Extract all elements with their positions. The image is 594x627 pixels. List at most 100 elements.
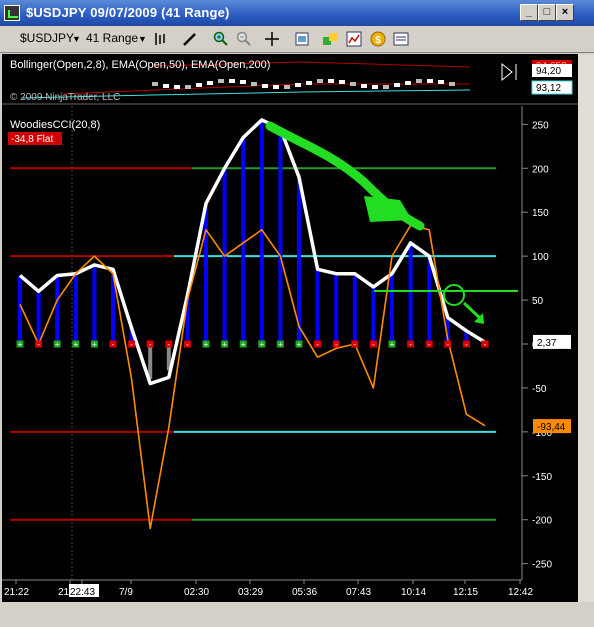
- data-box-icon[interactable]: [393, 31, 409, 47]
- price-bar: [383, 85, 389, 89]
- dropdown-arrow-icon[interactable]: ▼: [72, 34, 81, 44]
- maximize-button[interactable]: □: [538, 4, 556, 21]
- price-indicators-label: Bollinger(Open,2,8), EMA(Open,50), EMA(O…: [10, 59, 270, 71]
- zero-marker-sign: -: [316, 340, 319, 349]
- chart-icon: [4, 5, 20, 21]
- histogram-bar: [334, 273, 339, 344]
- y-tick-label: -200: [532, 516, 552, 527]
- price-bar: [372, 85, 378, 89]
- zero-marker-sign: -: [130, 340, 133, 349]
- histogram-bar: [36, 291, 41, 344]
- properties-icon[interactable]: [294, 31, 310, 47]
- zero-marker-sign: -: [335, 340, 338, 349]
- price-bar: [163, 84, 169, 88]
- annotation-circle: [443, 284, 465, 306]
- vertical-scrollbar[interactable]: [578, 54, 594, 602]
- time-label: 22:43: [70, 587, 95, 598]
- zero-marker-sign: -: [186, 340, 189, 349]
- price-bar: [284, 85, 290, 89]
- time-label: 02:30: [184, 587, 209, 598]
- coin-icon[interactable]: $: [370, 31, 386, 47]
- close-button[interactable]: ×: [556, 4, 574, 21]
- time-label: 12:15: [453, 587, 478, 598]
- copyright-label: © 2009 NinjaTrader, LLC: [10, 92, 120, 103]
- y-tick-label: -50: [532, 384, 547, 395]
- histogram-bar: [427, 256, 432, 344]
- chart-toolbar: $USDJPY ▼ 41 Range ▼ $: [0, 26, 594, 53]
- price-bar: [394, 83, 400, 87]
- price-bar: [196, 83, 202, 87]
- cci-histogram: [18, 119, 487, 380]
- time-label: 7/9: [119, 587, 133, 598]
- zero-marker-sign: +: [204, 340, 209, 349]
- zero-marker-sign: +: [92, 340, 97, 349]
- price-bar: [438, 80, 444, 84]
- annotation-arrowhead: [364, 196, 412, 222]
- price-bar: [317, 79, 323, 83]
- time-label: 21:22: [4, 587, 29, 598]
- price-bar: [185, 85, 191, 89]
- zoom-out-icon[interactable]: [236, 31, 252, 47]
- histogram-bar: [55, 275, 60, 344]
- time-label: 12:42: [508, 587, 533, 598]
- pencil-icon[interactable]: [182, 31, 198, 47]
- cci-current-label-text: 2,37: [537, 338, 557, 349]
- y-tick-label: 200: [532, 164, 549, 175]
- price-bar: [152, 82, 158, 86]
- cci-indicator-label: WoodiesCCI(20,8): [10, 119, 100, 131]
- svg-text:$: $: [375, 35, 381, 46]
- interval-selector[interactable]: 41 Range: [86, 31, 138, 45]
- histogram-bar: [204, 203, 208, 344]
- y-tick-label: 100: [532, 252, 549, 263]
- cci-series: [18, 118, 486, 530]
- price-bar: [240, 80, 246, 84]
- zero-line-markers: + - + + + - - - - - + + + + + + - - - - + - - - - -: [16, 340, 489, 349]
- chart-svg[interactable]: Bollinger(Open,2,8), EMA(Open,50), EMA(O…: [2, 54, 578, 602]
- series-line-cci: [18, 118, 486, 386]
- price-bar: [449, 82, 455, 86]
- y-tick-label: -250: [532, 560, 552, 571]
- zero-marker-sign: +: [241, 340, 246, 349]
- window-titlebar[interactable]: $USDJPY 09/07/2009 (41 Range) _ □ ×: [0, 0, 594, 26]
- dropdown-arrow-icon[interactable]: ▼: [138, 34, 147, 44]
- histogram-bar: [73, 273, 78, 344]
- horizontal-scrollbar[interactable]: [0, 602, 594, 627]
- crosshair-icon[interactable]: [264, 31, 280, 47]
- time-label: 05:36: [292, 587, 317, 598]
- chart-canvas[interactable]: Bollinger(Open,2,8), EMA(Open,50), EMA(O…: [2, 54, 578, 602]
- price-label-low-text: 93,12: [536, 83, 561, 94]
- time-label: 21: [58, 587, 70, 598]
- histogram-bar: [278, 128, 283, 344]
- histogram-bar: [148, 344, 153, 380]
- y-tick-label: 50: [532, 296, 544, 307]
- zero-marker-sign: +: [73, 340, 78, 349]
- price-bar: [416, 79, 422, 83]
- histogram-bar: [92, 264, 97, 344]
- indicator-icon[interactable]: [346, 31, 362, 47]
- zero-marker-sign: -: [112, 340, 115, 349]
- zero-marker-sign: -: [428, 340, 431, 349]
- price-bar: [427, 79, 433, 83]
- price-bar: [328, 79, 334, 83]
- instrument-selector[interactable]: $USDJPY: [20, 31, 74, 45]
- window-title: $USDJPY 09/07/2009 (41 Range): [26, 5, 230, 20]
- zero-marker-sign: -: [37, 340, 40, 349]
- zero-marker-sign: -: [484, 340, 487, 349]
- histogram-bar: [315, 269, 320, 344]
- price-bar: [339, 80, 345, 84]
- zero-marker-sign: -: [149, 340, 152, 349]
- histogram-bar: [390, 273, 394, 344]
- price-bar: [273, 85, 279, 89]
- strategy-icon[interactable]: [322, 31, 338, 47]
- price-bar: [251, 82, 257, 86]
- zero-marker-sign: +: [259, 340, 264, 349]
- minimize-button[interactable]: _: [520, 4, 538, 21]
- zero-marker-sign: +: [297, 340, 302, 349]
- price-bar: [207, 81, 213, 85]
- histogram-bar: [18, 275, 22, 344]
- bar-type-icon[interactable]: [152, 31, 168, 47]
- price-bar: [361, 84, 367, 88]
- zoom-in-icon[interactable]: [213, 31, 229, 47]
- zero-marker-sign: +: [55, 340, 60, 349]
- y-tick-label: 250: [532, 120, 549, 131]
